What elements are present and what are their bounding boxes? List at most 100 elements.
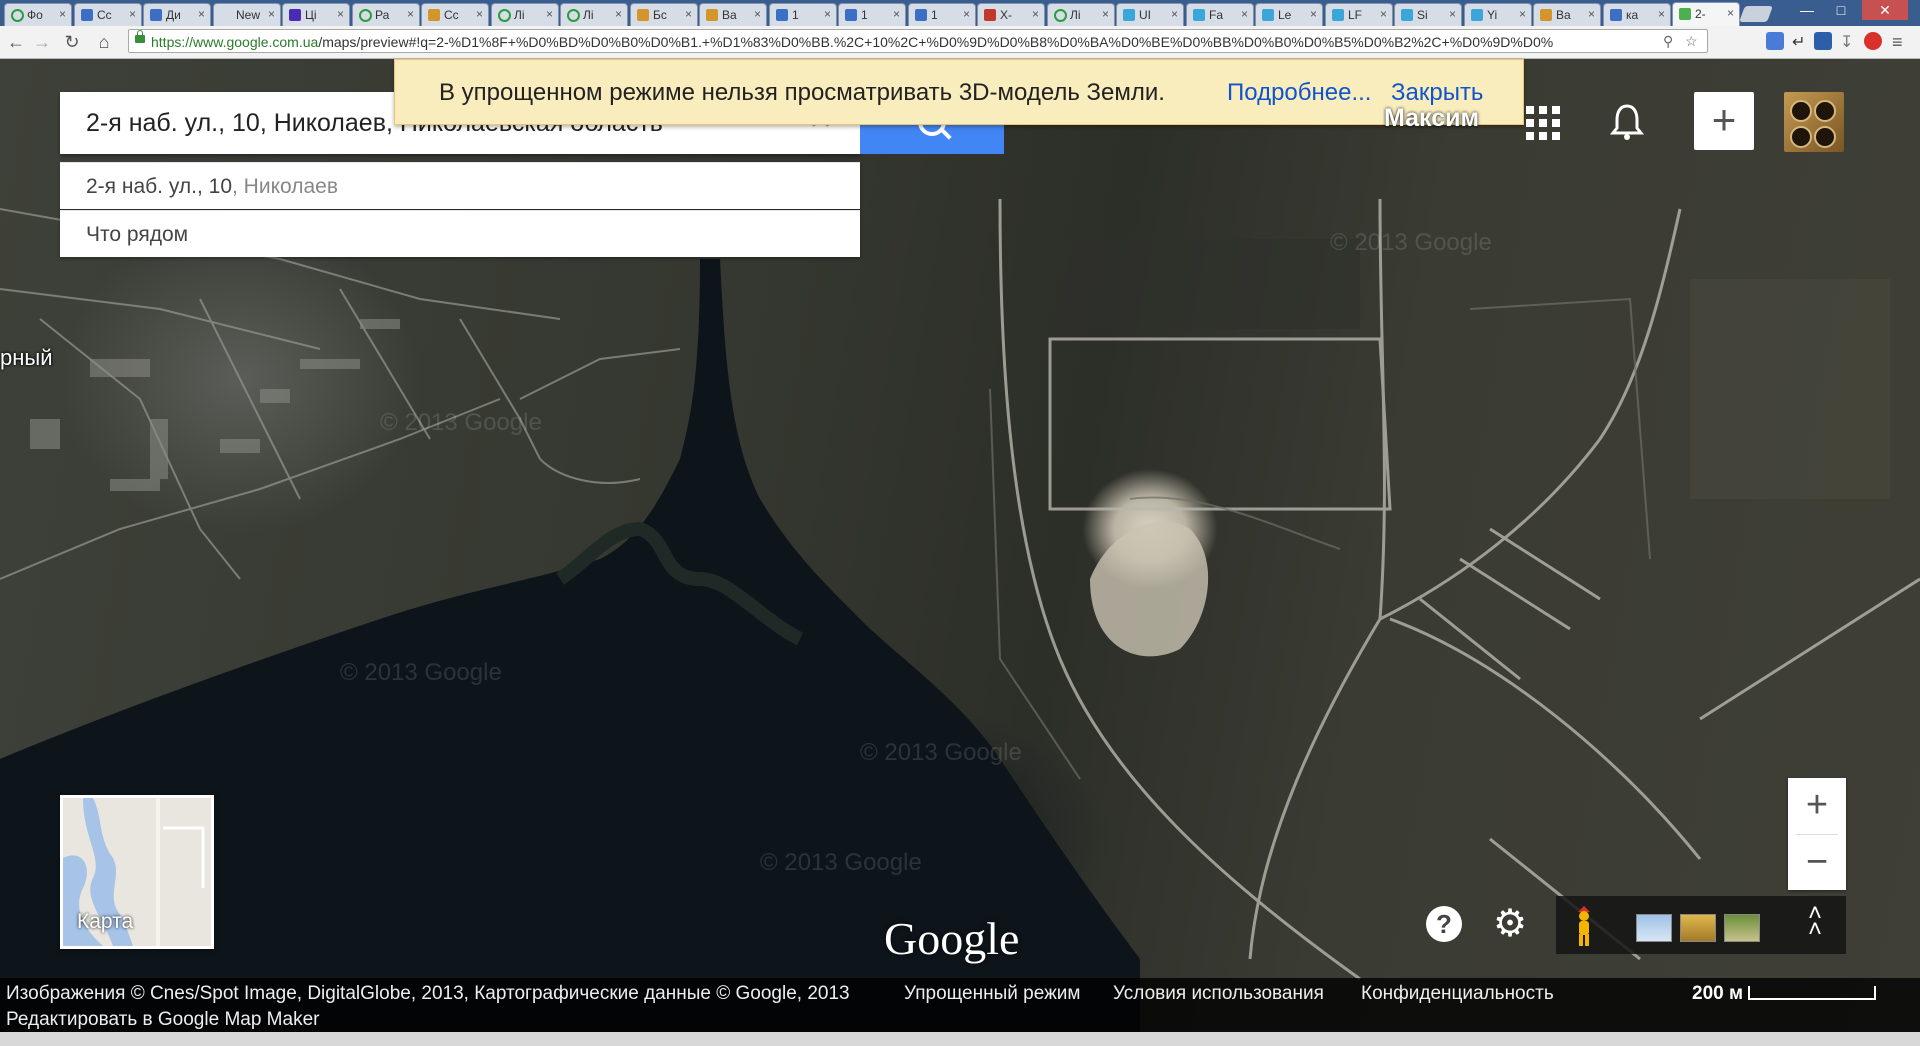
tab-label: Х- xyxy=(1000,8,1012,22)
chrome-menu-icon[interactable]: ≡ xyxy=(1892,32,1910,52)
chevron-up-icon[interactable]: ˄ ˄ xyxy=(1808,902,1822,942)
close-notice-link[interactable]: Закрыть xyxy=(1391,79,1483,107)
gear-icon[interactable]: ⚙ xyxy=(1490,904,1530,944)
tab-close-icon[interactable]: × xyxy=(1171,7,1178,21)
tab-close-icon[interactable]: × xyxy=(1380,7,1387,21)
tab-favicon-icon xyxy=(428,9,440,21)
search-icon[interactable]: ⚲ xyxy=(1663,33,1673,50)
learn-more-link[interactable]: Подробнее... xyxy=(1227,79,1371,107)
tab-close-icon[interactable]: × xyxy=(754,7,761,21)
tab-close-icon[interactable]: × xyxy=(893,7,900,21)
browser-tab[interactable]: 1 × xyxy=(838,3,906,26)
share-plus-button[interactable]: + xyxy=(1694,92,1754,150)
browser-tab[interactable]: Сс × xyxy=(74,3,142,26)
tab-label: New xyxy=(236,8,261,22)
imagery-thumbnail[interactable] xyxy=(1636,914,1672,942)
tab-label: Сс xyxy=(444,8,459,22)
window-close-icon[interactable]: ✕ xyxy=(1862,0,1908,20)
tab-close-icon[interactable]: × xyxy=(1519,7,1526,21)
browser-tab[interactable]: 2- × xyxy=(1672,2,1740,26)
lite-mode-link[interactable]: Упрощенный режим xyxy=(904,983,1080,1005)
browser-tab[interactable]: Фо × xyxy=(4,3,72,26)
minimize-icon[interactable]: — xyxy=(1790,0,1824,20)
tab-close-icon[interactable]: × xyxy=(198,7,205,21)
browser-tab[interactable]: Лі × xyxy=(560,3,628,26)
terms-link[interactable]: Условия использования xyxy=(1113,983,1324,1005)
browser-tab[interactable]: LF × xyxy=(1325,3,1393,26)
user-name[interactable]: Максим xyxy=(1384,104,1479,133)
tab-close-icon[interactable]: × xyxy=(615,7,622,21)
address-bar[interactable]: https://www.google.com.ua/maps/preview#!… xyxy=(128,29,1708,53)
browser-tab[interactable]: Бс × xyxy=(630,3,698,26)
tab-favicon-icon xyxy=(1401,9,1413,21)
apps-grid-icon[interactable] xyxy=(1526,106,1562,142)
zoom-in-button[interactable]: + xyxy=(1788,778,1846,834)
tab-close-icon[interactable]: × xyxy=(1588,7,1595,21)
tab-label: Le xyxy=(1278,8,1292,22)
bookmark-star-icon[interactable]: ☆ xyxy=(1685,33,1698,50)
sync-extension-icon[interactable]: ↵ xyxy=(1792,32,1810,51)
tab-close-icon[interactable]: × xyxy=(268,7,275,21)
maximize-icon[interactable]: □ xyxy=(1824,0,1858,20)
reload-icon[interactable]: ↻ xyxy=(60,30,84,54)
browser-tab[interactable]: Ва × xyxy=(699,3,767,26)
pegman-icon[interactable] xyxy=(1574,906,1594,946)
tab-close-icon[interactable]: × xyxy=(1658,7,1665,21)
browser-tab[interactable]: Х- × xyxy=(977,3,1045,26)
browser-tab[interactable]: Ці × xyxy=(282,3,350,26)
imagery-thumbnail[interactable] xyxy=(1680,914,1716,942)
help-icon[interactable]: ? xyxy=(1426,906,1462,942)
download-extension-icon[interactable] xyxy=(1814,32,1832,50)
minimap-toggle[interactable]: Карта xyxy=(60,795,214,949)
map-maker-link[interactable]: Редактировать в Google Map Maker xyxy=(6,1009,319,1031)
browser-tab[interactable]: Ba × xyxy=(1533,3,1601,26)
browser-tab[interactable]: Le × xyxy=(1255,3,1323,26)
new-tab-button[interactable] xyxy=(1739,6,1773,22)
browser-tab[interactable]: Лі × xyxy=(1047,3,1115,26)
tab-close-icon[interactable]: × xyxy=(337,7,344,21)
tab-close-icon[interactable]: × xyxy=(59,7,66,21)
tab-close-icon[interactable]: × xyxy=(1449,7,1456,21)
privacy-link[interactable]: Конфиденциальность xyxy=(1361,983,1554,1005)
tab-close-icon[interactable]: × xyxy=(1310,7,1317,21)
browser-tab[interactable]: Ди × xyxy=(143,3,211,26)
browser-tab[interactable]: New × xyxy=(213,3,281,26)
tab-close-icon[interactable]: × xyxy=(963,7,970,21)
tab-close-icon[interactable]: × xyxy=(1032,7,1039,21)
forward-icon[interactable]: → xyxy=(30,30,54,54)
suggestion-item-nearby[interactable]: Что рядом xyxy=(60,210,860,257)
tab-favicon-icon xyxy=(359,9,372,22)
notifications-bell-icon[interactable] xyxy=(1610,102,1644,142)
browser-tab[interactable]: Сс × xyxy=(421,3,489,26)
back-icon[interactable]: ← xyxy=(4,30,28,54)
browser-tab[interactable]: Ра × xyxy=(352,3,420,26)
tab-close-icon[interactable]: × xyxy=(476,7,483,21)
save-extension-icon[interactable]: ↧ xyxy=(1840,32,1858,51)
suggestion-item[interactable]: 2-я наб. ул., 10, Николаев xyxy=(60,162,860,209)
browser-tab[interactable]: Yi × xyxy=(1464,3,1532,26)
browser-tab[interactable]: Fa × xyxy=(1186,3,1254,26)
translate-extension-icon[interactable] xyxy=(1766,32,1784,50)
tab-close-icon[interactable]: × xyxy=(824,7,831,21)
zoom-out-button[interactable]: − xyxy=(1788,835,1846,891)
tab-label: Ди xyxy=(166,8,181,22)
tab-close-icon[interactable]: × xyxy=(129,7,136,21)
tab-label: Лі xyxy=(514,8,525,22)
browser-tab[interactable]: ка × xyxy=(1603,3,1671,26)
tab-favicon-icon xyxy=(1610,9,1622,21)
tab-close-icon[interactable]: × xyxy=(407,7,414,21)
browser-tab[interactable]: 1 × xyxy=(908,3,976,26)
tab-close-icon[interactable]: × xyxy=(1727,6,1734,20)
adblock-icon[interactable] xyxy=(1864,32,1882,50)
tab-close-icon[interactable]: × xyxy=(1102,7,1109,21)
home-icon[interactable]: ⌂ xyxy=(92,30,116,54)
tab-close-icon[interactable]: × xyxy=(1241,7,1248,21)
browser-tab[interactable]: Si × xyxy=(1394,3,1462,26)
imagery-thumbnail[interactable] xyxy=(1724,914,1760,942)
browser-tab[interactable]: Лі × xyxy=(491,3,559,26)
tab-close-icon[interactable]: × xyxy=(685,7,692,21)
avatar[interactable] xyxy=(1784,92,1844,152)
tab-close-icon[interactable]: × xyxy=(546,7,553,21)
browser-tab[interactable]: 1 × xyxy=(769,3,837,26)
browser-tab[interactable]: UI × xyxy=(1116,3,1184,26)
